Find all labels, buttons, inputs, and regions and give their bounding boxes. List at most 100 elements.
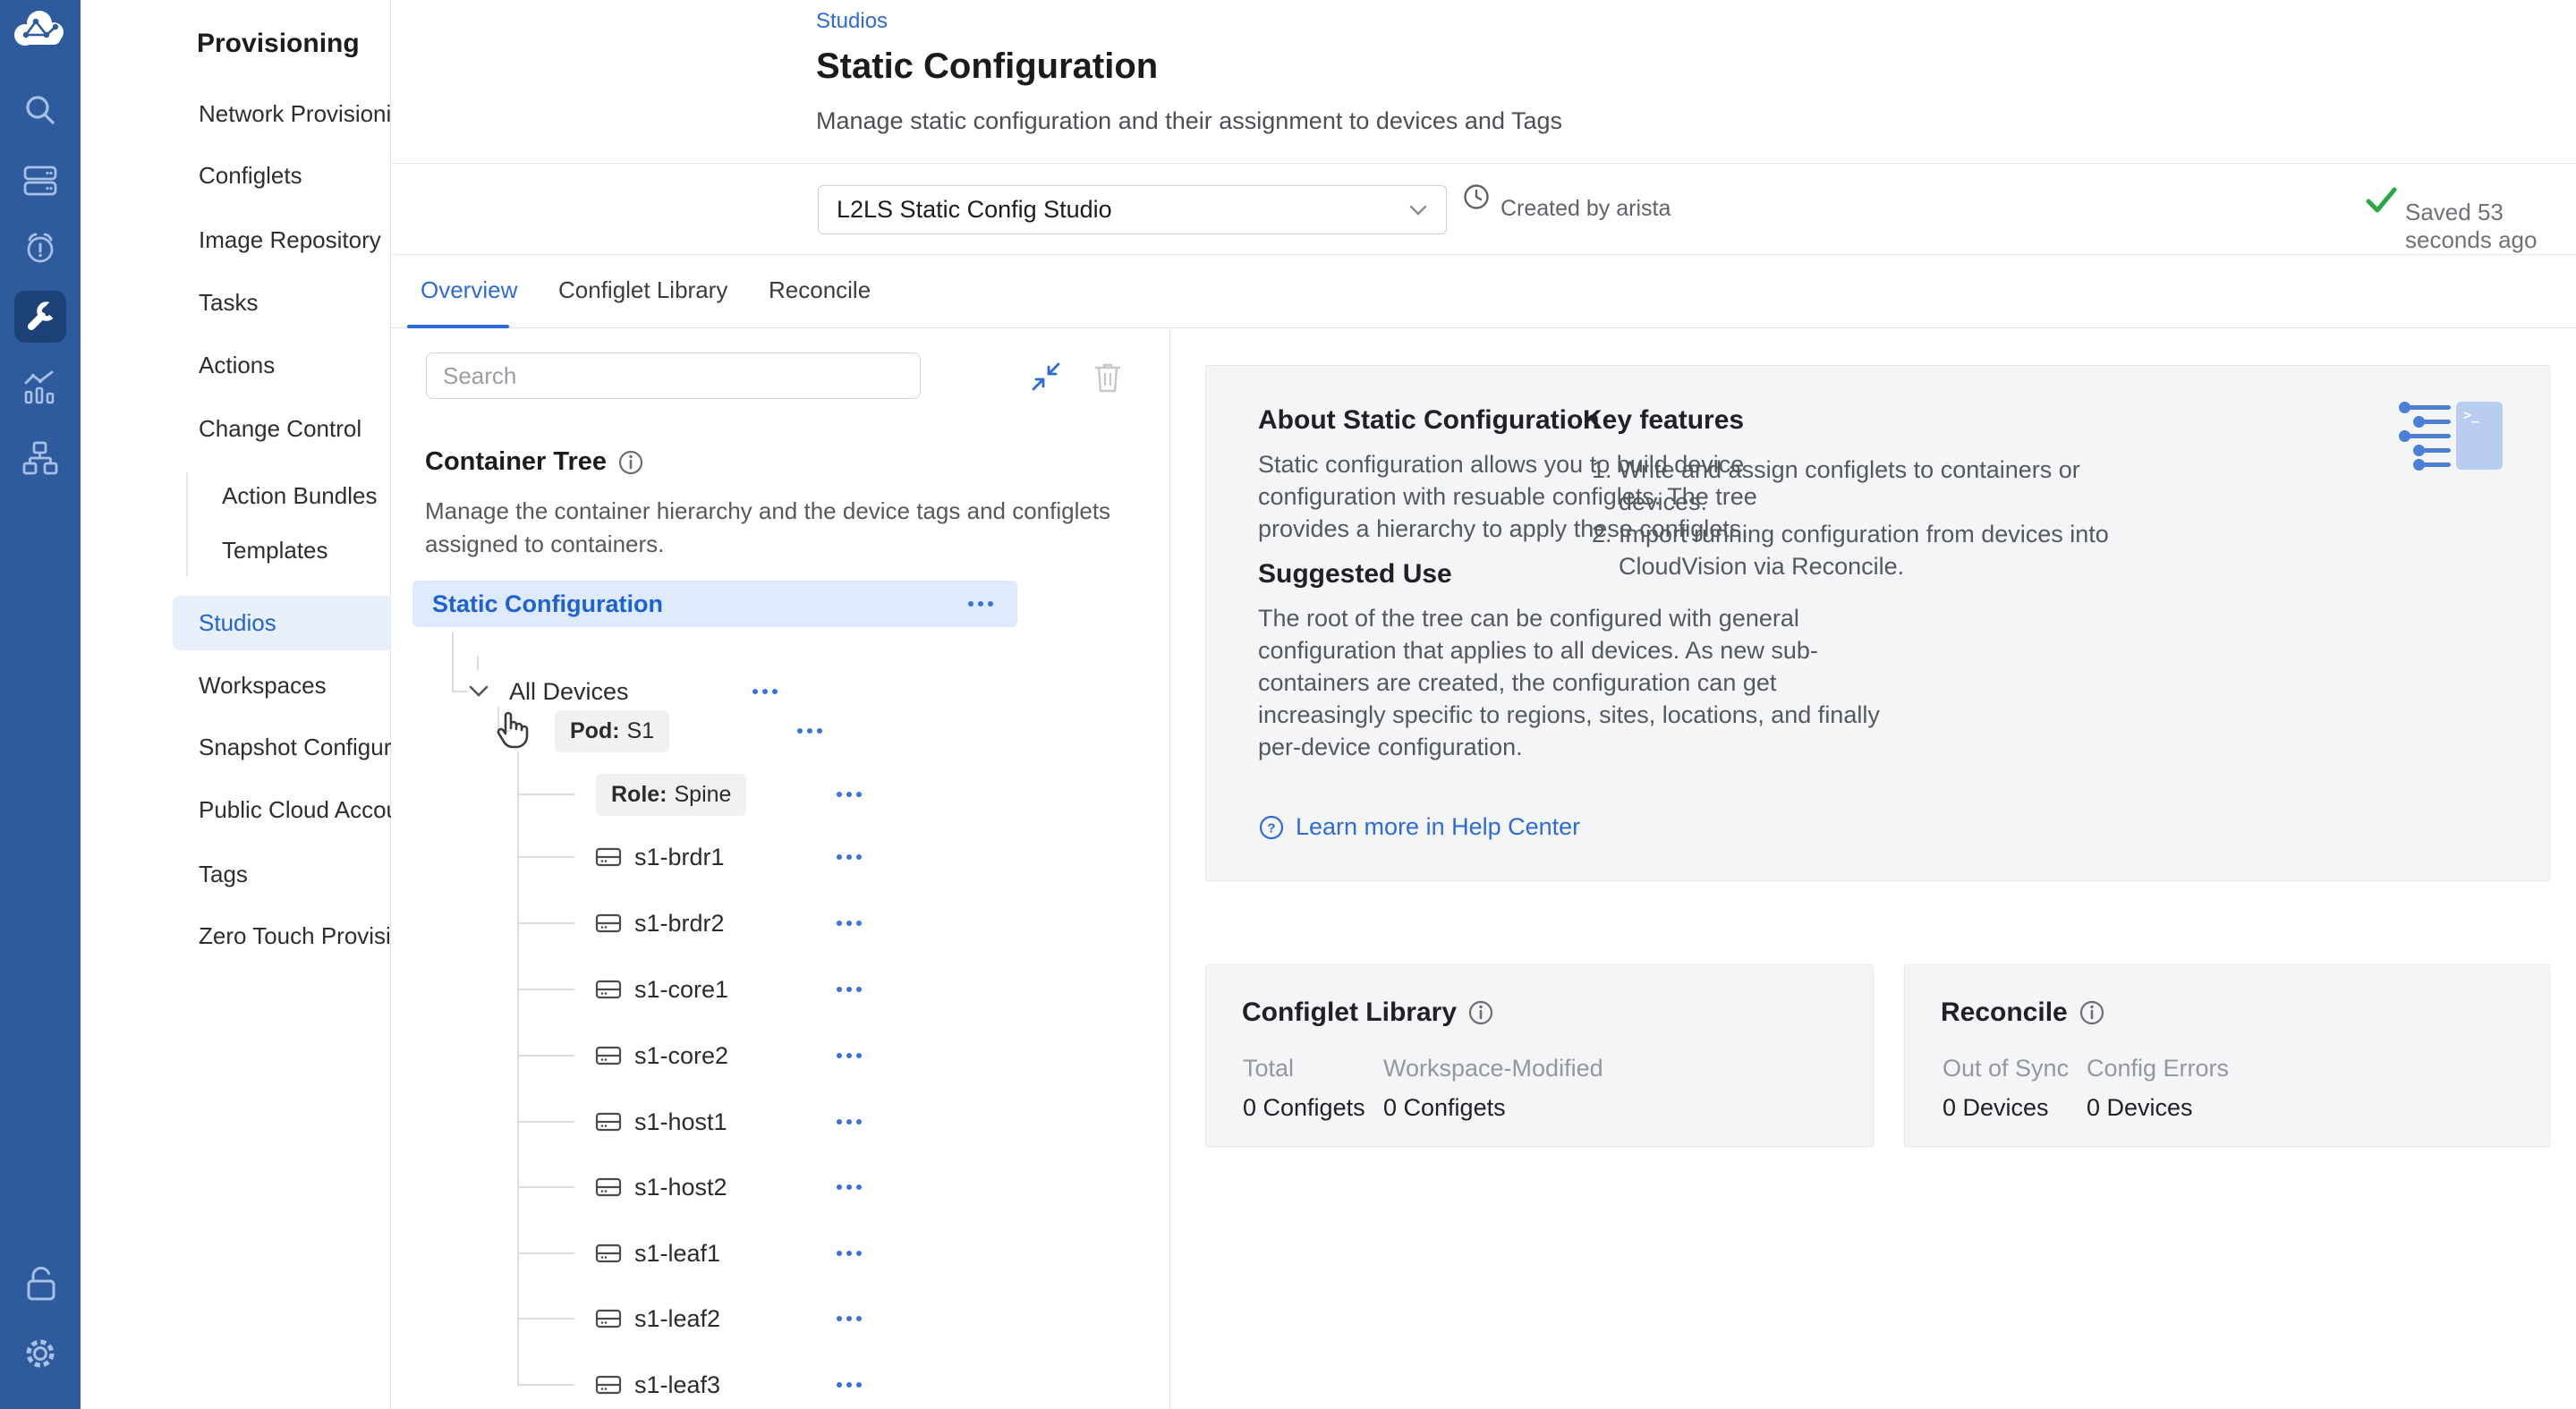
tab-bar: Overview Configlet Library Reconcile — [391, 255, 2576, 328]
tree-root-static-configuration[interactable]: Static Configuration — [412, 581, 1017, 627]
tree-connector — [517, 751, 519, 1385]
collapse-tree-icon[interactable] — [1028, 359, 1064, 395]
tree-node-device[interactable]: s1-leaf1 — [595, 1230, 720, 1277]
chevron-down-icon — [1408, 204, 1428, 216]
tree-node-device[interactable]: s1-leaf2 — [595, 1295, 720, 1342]
page-title: Static Configuration — [816, 47, 1158, 87]
clock-icon — [1463, 183, 1490, 210]
role-more-options-button[interactable] — [837, 792, 862, 797]
root-more-options-button[interactable] — [968, 601, 993, 607]
key-features-list: Write and assign configlets to container… — [1583, 454, 2138, 582]
device-more-options-button[interactable] — [837, 1119, 862, 1125]
icon-rail — [0, 0, 81, 1409]
sidebar-item-templates[interactable]: Templates — [222, 532, 328, 568]
stat-label: Out of Sync — [1943, 1055, 2069, 1082]
device-icon — [595, 978, 622, 1001]
device-more-options-button[interactable] — [837, 1316, 862, 1321]
saved-status-text: Saved 53 seconds ago — [2405, 199, 2576, 254]
stat-label: Workspace-Modified — [1383, 1055, 1603, 1082]
tree-node-device[interactable]: s1-core1 — [595, 966, 728, 1013]
device-more-options-button[interactable] — [837, 987, 862, 992]
tree-node-role-spine[interactable]: Role:Spine — [596, 771, 746, 818]
tree-node-device[interactable]: s1-core2 — [595, 1032, 728, 1079]
tree-connector — [452, 632, 454, 692]
studio-bar: L2LS Static Config Studio Created by ari… — [391, 164, 2576, 255]
chevron-down-icon[interactable] — [467, 684, 490, 699]
about-title: About Static Configuration — [1258, 405, 1600, 436]
configlet-library-title: Configlet Library — [1242, 997, 1494, 1028]
sidebar-item-image-repository[interactable]: Image Repository — [199, 222, 381, 258]
page-header: Studios Static Configuration Manage stat… — [391, 0, 2576, 164]
events-alarm-icon[interactable] — [21, 229, 59, 267]
tab-overview[interactable]: Overview — [421, 276, 517, 304]
created-by-text: Created by arista — [1501, 196, 1671, 222]
sidebar-item-tags[interactable]: Tags — [199, 856, 248, 892]
device-icon — [595, 1176, 622, 1199]
stat-value: 0 Devices — [2087, 1094, 2193, 1122]
tab-configlet-library[interactable]: Configlet Library — [558, 276, 727, 304]
tree-node-device[interactable]: s1-brdr2 — [595, 900, 725, 946]
device-more-options-button[interactable] — [837, 921, 862, 926]
container-tree-description: Manage the container hierarchy and the d… — [425, 495, 1141, 561]
svg-text:?: ? — [1267, 820, 1275, 836]
studio-select-value: L2LS Static Config Studio — [837, 196, 1408, 224]
info-icon[interactable] — [2079, 999, 2105, 1026]
sidebar-item-change-control[interactable]: Change Control — [199, 411, 361, 446]
page-subtitle: Manage static configuration and their as… — [816, 107, 1562, 135]
tab-reconcile[interactable]: Reconcile — [769, 276, 871, 304]
terminal-glyph: >_ — [2456, 402, 2503, 470]
stat-label: Total — [1243, 1055, 1294, 1082]
delete-trash-icon[interactable] — [1092, 361, 1124, 395]
configlet-library-card: Configlet Library Total Workspace-Modifi… — [1205, 964, 1874, 1147]
key-features-title: Key features — [1583, 405, 2138, 436]
stat-value: 0 Devices — [1943, 1094, 2049, 1122]
tree-node-device[interactable]: s1-host1 — [595, 1099, 727, 1145]
tree-connector — [517, 1121, 574, 1123]
provisioning-wrench-icon[interactable] — [21, 299, 59, 336]
settings-gear-icon[interactable] — [21, 1335, 59, 1372]
help-center-link[interactable]: ? Learn more in Help Center — [1258, 813, 1580, 841]
sidebar-item-action-bundles[interactable]: Action Bundles — [222, 478, 377, 514]
lock-open-icon[interactable] — [21, 1263, 59, 1303]
sidebar-item-actions[interactable]: Actions — [199, 347, 275, 383]
container-tree-title: Container Tree — [425, 447, 644, 477]
device-more-options-button[interactable] — [837, 1053, 862, 1058]
sidebar-item-network-provisioning[interactable]: Network Provisioning — [199, 96, 417, 132]
tree-connector — [517, 922, 574, 924]
device-icon — [595, 912, 622, 935]
info-icon[interactable] — [1467, 999, 1494, 1026]
info-icon[interactable] — [617, 449, 644, 476]
device-more-options-button[interactable] — [837, 854, 862, 860]
stat-value: 0 Configets — [1383, 1094, 1506, 1122]
tree-node-device[interactable]: s1-leaf3 — [595, 1362, 720, 1408]
device-more-options-button[interactable] — [837, 1184, 862, 1190]
cloudvision-logo-icon[interactable] — [11, 8, 70, 49]
topology-icon[interactable] — [21, 440, 59, 476]
tree-node-device[interactable]: s1-host2 — [595, 1164, 727, 1210]
stat-label: Config Errors — [2087, 1055, 2229, 1082]
sidebar-item-configlets[interactable]: Configlets — [199, 157, 302, 193]
breadcrumb-studios[interactable]: Studios — [816, 9, 888, 34]
pod-more-options-button[interactable] — [797, 728, 822, 734]
sidebar-item-workspaces[interactable]: Workspaces — [199, 667, 327, 703]
sidebar-subgroup-guide — [186, 472, 188, 576]
container-tree-panel: Container Tree Manage the container hier… — [391, 328, 1170, 1409]
sidebar-item-tasks[interactable]: Tasks — [199, 284, 258, 320]
tree-connector — [517, 1318, 574, 1320]
tree-node-device[interactable]: s1-brdr1 — [595, 834, 725, 880]
suggested-use-body: The root of the tree can be configured w… — [1258, 602, 1884, 763]
pod-chip[interactable]: Pod:S1 — [555, 710, 669, 752]
device-more-options-button[interactable] — [837, 1251, 862, 1256]
search-icon[interactable] — [22, 92, 58, 128]
tree-node-pod-s1[interactable]: Pod:S1 — [555, 708, 669, 754]
devices-icon[interactable] — [22, 164, 58, 198]
role-chip[interactable]: Role:Spine — [596, 774, 746, 816]
reconcile-card: Reconcile Out of Sync Config Errors 0 De… — [1904, 964, 2550, 1147]
studio-select[interactable]: L2LS Static Config Studio — [818, 185, 1447, 234]
all-devices-more-options-button[interactable] — [752, 689, 778, 694]
key-features: Key features Write and assign configlets… — [1583, 405, 2138, 582]
dashboards-icon[interactable] — [21, 370, 59, 406]
search-input[interactable] — [426, 352, 921, 399]
device-more-options-button[interactable] — [837, 1382, 862, 1388]
tree-connector — [452, 691, 468, 692]
